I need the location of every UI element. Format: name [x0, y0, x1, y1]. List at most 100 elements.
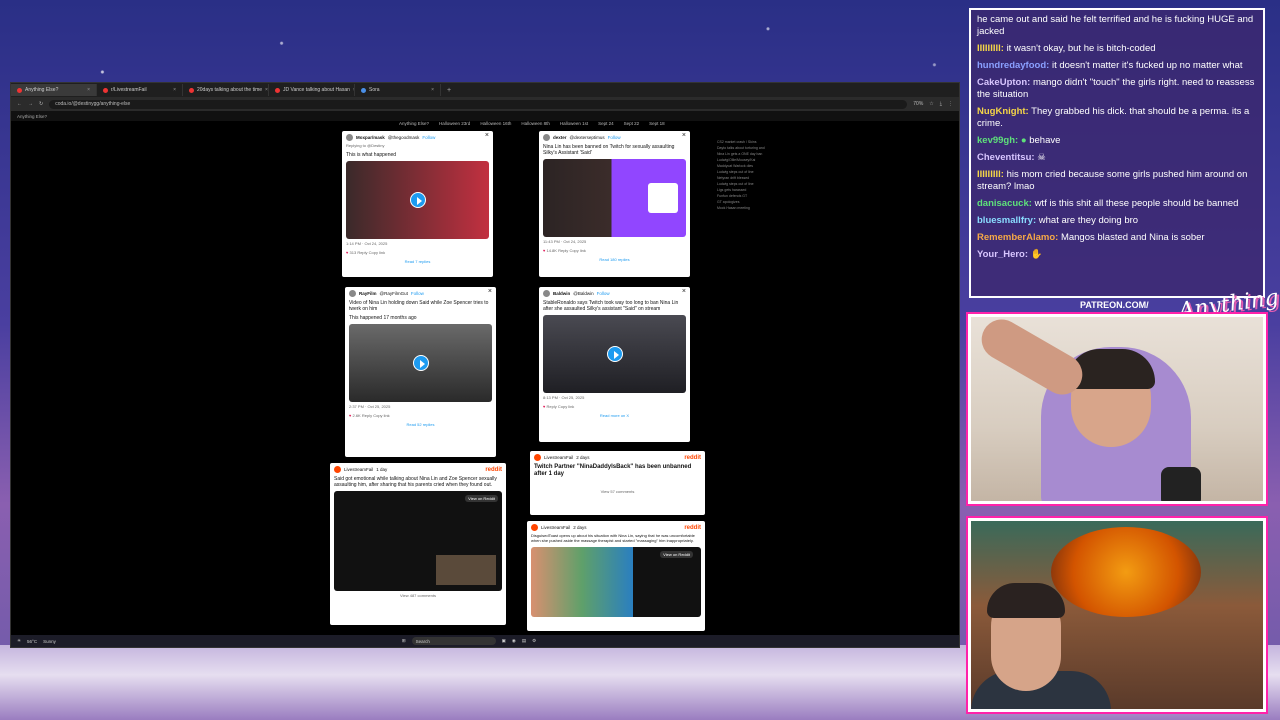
play-icon[interactable]: [412, 355, 429, 371]
url-field[interactable]: coda.io/@destinygg/anything-else: [49, 99, 908, 109]
weather-temp: 56°C: [27, 638, 38, 644]
close-icon[interactable]: ×: [431, 87, 434, 93]
microphone: [1161, 467, 1201, 501]
file-explorer-icon[interactable]: ▣: [502, 638, 506, 644]
tab-anything-else[interactable]: Anything Else? ×: [11, 84, 97, 96]
tab-sora[interactable]: Sora ×: [355, 84, 441, 96]
post-video[interactable]: View on Reddit: [334, 491, 502, 591]
reply-button[interactable]: Reply: [558, 248, 568, 253]
tweet-video[interactable]: [346, 160, 489, 239]
nav-link[interactable]: Anything Else?: [399, 121, 429, 126]
tweet-author: RayFilm: [359, 291, 377, 296]
folder-icon[interactable]: ▤: [522, 638, 526, 644]
nav-link[interactable]: Sept 24: [598, 121, 614, 126]
reload-icon[interactable]: ↻: [39, 101, 43, 107]
nav-link[interactable]: Halloween 1st: [560, 121, 588, 126]
play-icon[interactable]: [606, 346, 623, 362]
tweet-video[interactable]: [543, 315, 686, 393]
tab-jd-vance[interactable]: JD Vance talking about Hasan×: [269, 84, 355, 96]
back-icon[interactable]: ←: [17, 101, 22, 107]
follow-button[interactable]: Follow: [608, 135, 621, 140]
menu-icon[interactable]: ⋮: [948, 101, 953, 107]
follow-button[interactable]: Follow: [411, 291, 424, 296]
index-link[interactable]: Mock Hasan meeting: [717, 205, 777, 211]
windows-start-icon[interactable]: ⊞: [402, 638, 406, 644]
view-on-reddit-button[interactable]: View on Reddit: [660, 550, 693, 558]
browser-window: Anything Else? × r/LivestreamFail × 20days…: [10, 82, 960, 648]
tweet-image[interactable]: [543, 159, 686, 237]
post-time: 2 days: [576, 455, 590, 460]
webcam-bottom: [968, 518, 1266, 712]
close-icon[interactable]: ×: [173, 87, 176, 93]
nav-link[interactable]: Halloween 16th: [480, 121, 511, 126]
subreddit-name: LivestreamFail: [541, 525, 571, 530]
reddit-logo: reddit: [684, 454, 701, 461]
tweet-video[interactable]: [349, 324, 492, 402]
tweet-header: dexter @dexterseptimus Follow: [539, 131, 690, 144]
chat-message: IIIIIIIIl: his mom cried because some gi…: [977, 169, 1257, 193]
heart-icon[interactable]: ♥: [543, 248, 545, 253]
heart-icon[interactable]: ♥: [349, 413, 351, 418]
follow-button[interactable]: Follow: [422, 135, 435, 140]
subreddit-avatar: [334, 466, 341, 473]
post-video[interactable]: View on Reddit: [531, 546, 701, 617]
zoom-level[interactable]: 70%: [913, 101, 923, 107]
heart-icon[interactable]: ♥: [543, 404, 545, 409]
read-replies-link[interactable]: Read 180 replies: [539, 255, 690, 264]
chat-username: NugKnight:: [977, 106, 1029, 117]
tweet-date: 2:37 PM · Oct 25, 2025: [349, 404, 391, 409]
comments-link[interactable]: View 487 comments: [330, 591, 506, 600]
close-icon[interactable]: ×: [488, 288, 492, 295]
download-icon[interactable]: ⤓: [940, 101, 942, 107]
tweet-handle: @Baldwin: [573, 291, 594, 296]
copy-link-button[interactable]: Copy link: [373, 413, 389, 418]
reply-button[interactable]: Reply: [357, 250, 367, 255]
star-icon[interactable]: ☆: [929, 101, 933, 107]
browser-icon[interactable]: ◉: [512, 638, 516, 644]
chat-username: CakeUpton:: [977, 77, 1031, 88]
taskbar-search[interactable]: Search: [411, 637, 496, 645]
heart-icon[interactable]: ♥: [346, 250, 348, 255]
chat-username: hundredayfood:: [977, 60, 1050, 71]
tweet-actions: ♥ 14.8K Reply Copy link: [539, 246, 690, 255]
copy-link-button[interactable]: Copy link: [569, 248, 585, 253]
close-icon[interactable]: ×: [682, 132, 686, 139]
view-on-reddit-button[interactable]: View on Reddit: [465, 495, 498, 502]
reply-button[interactable]: Reply: [547, 404, 557, 409]
close-icon[interactable]: ×: [87, 87, 90, 93]
chat-message: RememberAlamo: Mangos blasted and Nina i…: [977, 232, 1257, 244]
comments-link[interactable]: View 57 comments: [530, 487, 705, 496]
copy-link-button[interactable]: Copy link: [369, 250, 385, 255]
forward-icon[interactable]: →: [28, 101, 33, 107]
settings-icon[interactable]: ⚙: [532, 638, 536, 644]
reddit-icon: [103, 87, 108, 93]
reply-button[interactable]: Reply: [362, 413, 372, 418]
close-icon[interactable]: ×: [682, 288, 686, 295]
read-more-link[interactable]: Read more on X: [539, 411, 690, 420]
chat-message: Cheventitsu: ☠: [977, 152, 1257, 164]
nav-link[interactable]: Sept 22: [624, 121, 640, 126]
read-replies-link[interactable]: Read 7 replies: [342, 257, 493, 266]
close-icon[interactable]: ×: [485, 132, 489, 139]
avatar: [349, 290, 356, 297]
subreddit-avatar: [534, 454, 541, 461]
bookmark-item[interactable]: Anything Else?: [17, 114, 47, 119]
octopus-painting: [1051, 527, 1201, 617]
chat-username: Your_Hero:: [977, 249, 1029, 260]
nav-link[interactable]: Halloween 23rd: [439, 121, 470, 126]
play-icon[interactable]: [409, 191, 426, 208]
new-tab-button[interactable]: +: [441, 87, 457, 94]
tab-20days[interactable]: 20days talking about the time ×: [183, 84, 269, 96]
avatar: [543, 134, 550, 141]
copy-link-button[interactable]: Copy link: [558, 404, 574, 409]
read-replies-link[interactable]: Read 52 replies: [345, 420, 496, 429]
chat-text: he came out and said he felt terrified a…: [977, 14, 1254, 37]
tab-livestreamfail[interactable]: r/LivestreamFail ×: [97, 84, 183, 96]
avatar: [346, 134, 353, 141]
tweet-handle: @RayFilmGut: [379, 291, 408, 296]
follow-button[interactable]: Follow: [597, 291, 610, 296]
like-count: 313: [349, 249, 357, 255]
nav-link[interactable]: Halloween 8th: [521, 121, 550, 126]
close-icon[interactable]: ×: [265, 87, 268, 93]
nav-link[interactable]: Sept 18: [649, 121, 665, 126]
